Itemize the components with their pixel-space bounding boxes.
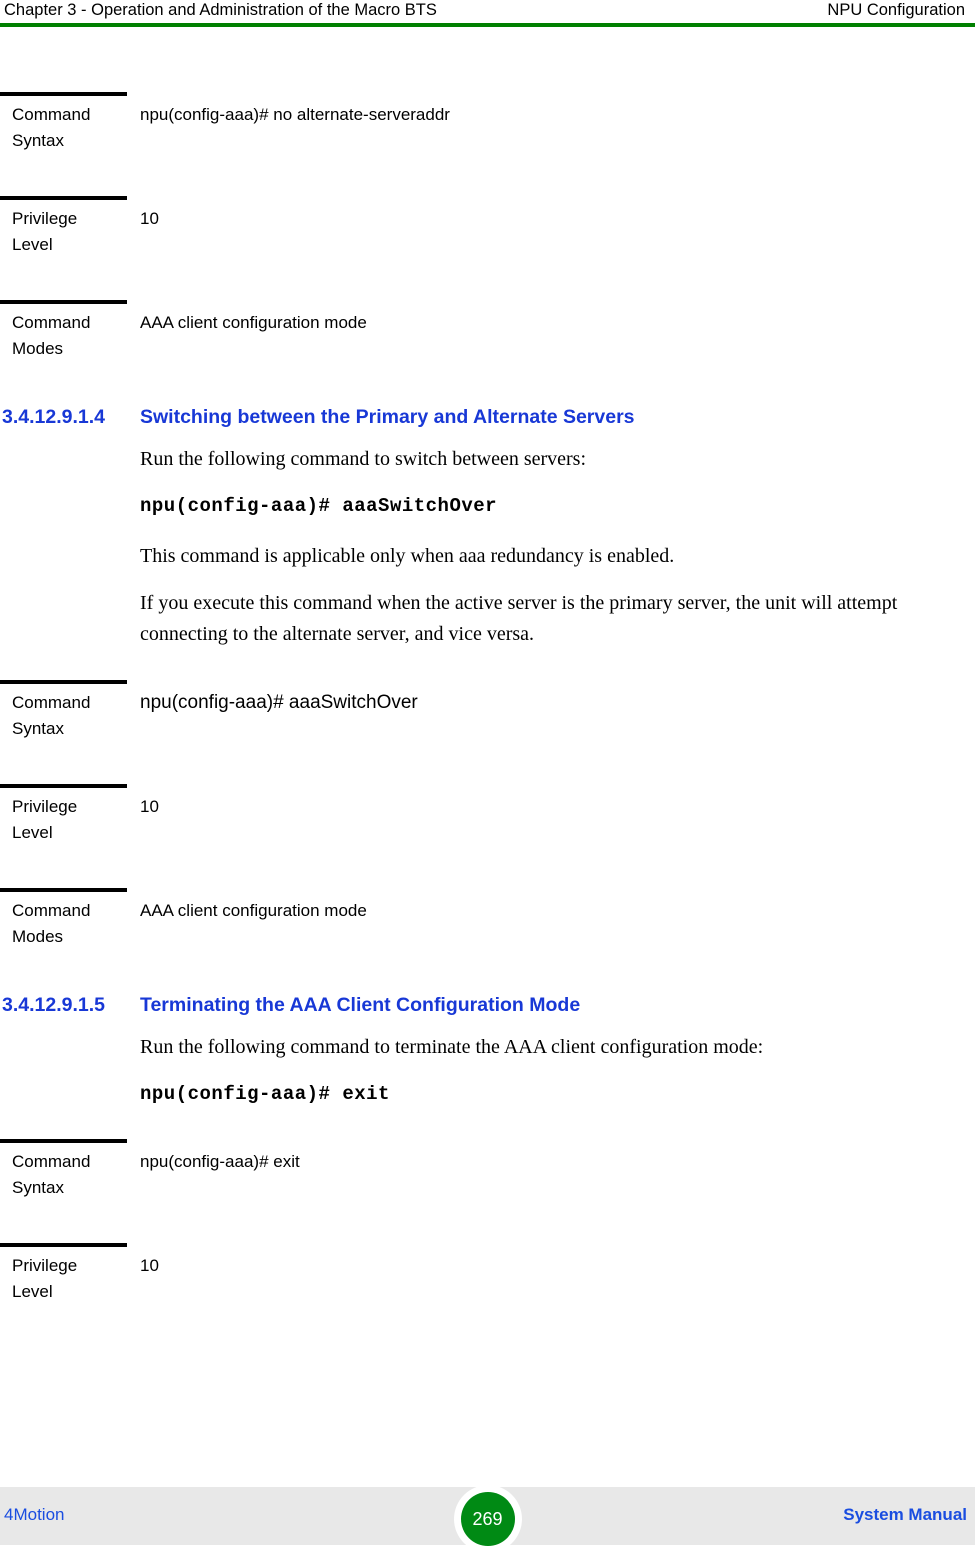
spec-table-aaa-switch-over: Command Syntax npu(config-aaa)# aaaSwitc…: [0, 680, 975, 992]
row-value-command-modes: AAA client configuration mode: [140, 313, 367, 332]
paragraph-intro-switchover: Run the following command to switch betw…: [140, 448, 587, 470]
label-line-1: Privilege: [12, 209, 78, 228]
label-line-1: Command: [12, 901, 91, 920]
row-top-rule: [0, 1139, 127, 1143]
page-header: Chapter 3 - Operation and Administration…: [0, 0, 975, 28]
row-top-rule: [0, 196, 127, 200]
row-value-privilege-level: 10: [140, 797, 159, 816]
paragraph-note-redundancy: This command is applicable only when aaa…: [140, 545, 675, 567]
row-label-command-syntax: Command Syntax: [12, 102, 132, 154]
label-line-2: Syntax: [12, 719, 64, 738]
footer-product-name: 4Motion: [4, 1505, 65, 1524]
table-row-command-syntax: Command Syntax npu(config-aaa)# aaaSwitc…: [0, 680, 975, 784]
table-row-command-modes: Command Modes AAA client configuration m…: [0, 300, 975, 404]
row-top-rule: [0, 92, 127, 96]
row-value-command-modes: AAA client configuration mode: [140, 901, 367, 920]
section-number: 3.4.12.9.1.5: [2, 994, 106, 1016]
label-line-2: Syntax: [12, 131, 64, 150]
label-line-1: Privilege: [12, 1256, 78, 1275]
label-line-2: Level: [12, 1282, 53, 1301]
row-value-privilege-level: 10: [140, 209, 159, 228]
label-line-2: Modes: [12, 339, 64, 358]
paragraph-note-active-server: If you execute this command when the act…: [140, 592, 898, 645]
table-row-command-syntax: Command Syntax npu(config-aaa)# exit: [0, 1139, 975, 1243]
row-top-rule: [0, 888, 127, 892]
label-line-1: Command: [12, 313, 91, 332]
header-section-title: NPU Configuration: [827, 1, 965, 19]
row-label-command-modes: Command Modes: [12, 898, 132, 950]
row-label-command-syntax: Command Syntax: [12, 690, 132, 742]
row-label-command-syntax: Command Syntax: [12, 1149, 132, 1201]
spec-table-exit: Command Syntax npu(config-aaa)# exit Pri…: [0, 1139, 975, 1347]
label-line-1: Privilege: [12, 797, 78, 816]
row-value-command-syntax: npu(config-aaa)# exit: [140, 1152, 300, 1171]
label-line-2: Modes: [12, 927, 64, 946]
row-top-rule: [0, 680, 127, 684]
label-line-1: Command: [12, 693, 91, 712]
table-row-privilege-level: Privilege Level 10: [0, 1243, 975, 1347]
cli-command-aaaswitchover: npu(config-aaa)# aaaSwitchOver: [140, 495, 498, 517]
table-row-privilege-level: Privilege Level 10: [0, 196, 975, 300]
label-line-1: Command: [12, 1152, 91, 1171]
cli-command-exit: npu(config-aaa)# exit: [140, 1083, 390, 1105]
section-heading-3-4-12-9-1-4: 3.4.12.9.1.4 Switching between the Prima…: [0, 404, 975, 444]
row-label-command-modes: Command Modes: [12, 310, 132, 362]
row-label-privilege-level: Privilege Level: [12, 794, 132, 846]
table-row-command-modes: Command Modes AAA client configuration m…: [0, 888, 975, 992]
row-top-rule: [0, 784, 127, 788]
footer-document-title: System Manual: [843, 1505, 967, 1524]
page-number-badge-ring: 269: [453, 1485, 522, 1553]
row-value-privilege-level: 10: [140, 1256, 159, 1275]
row-label-privilege-level: Privilege Level: [12, 1253, 132, 1305]
row-label-privilege-level: Privilege Level: [12, 206, 132, 258]
section-heading-3-4-12-9-1-5: 3.4.12.9.1.5 Terminating the AAA Client …: [0, 992, 975, 1032]
header-chapter-title: Chapter 3 - Operation and Administration…: [4, 1, 437, 19]
section-title: Terminating the AAA Client Configuration…: [140, 994, 581, 1016]
section-number: 3.4.12.9.1.4: [2, 406, 106, 428]
table-row-command-syntax: Command Syntax npu(config-aaa)# no alter…: [0, 92, 975, 196]
spec-table-no-alternate-serveraddr: Command Syntax npu(config-aaa)# no alter…: [0, 92, 975, 404]
header-divider-rule: [0, 23, 975, 27]
paragraph-intro-exit: Run the following command to terminate t…: [140, 1036, 764, 1058]
page-footer: 4Motion 269 System Manual: [0, 1485, 975, 1553]
table-row-privilege-level: Privilege Level 10: [0, 784, 975, 888]
label-line-2: Syntax: [12, 1178, 64, 1197]
page-content: Command Syntax npu(config-aaa)# no alter…: [0, 28, 975, 1347]
row-value-command-syntax: npu(config-aaa)# aaaSwitchOver: [140, 692, 418, 713]
label-line-1: Command: [12, 105, 91, 124]
row-top-rule: [0, 1243, 127, 1247]
label-line-2: Level: [12, 823, 53, 842]
label-line-2: Level: [12, 235, 53, 254]
page-number-badge: 269: [460, 1492, 515, 1546]
row-top-rule: [0, 300, 127, 304]
row-value-command-syntax: npu(config-aaa)# no alternate-serveraddr: [140, 105, 450, 124]
section-title: Switching between the Primary and Altern…: [140, 406, 635, 428]
